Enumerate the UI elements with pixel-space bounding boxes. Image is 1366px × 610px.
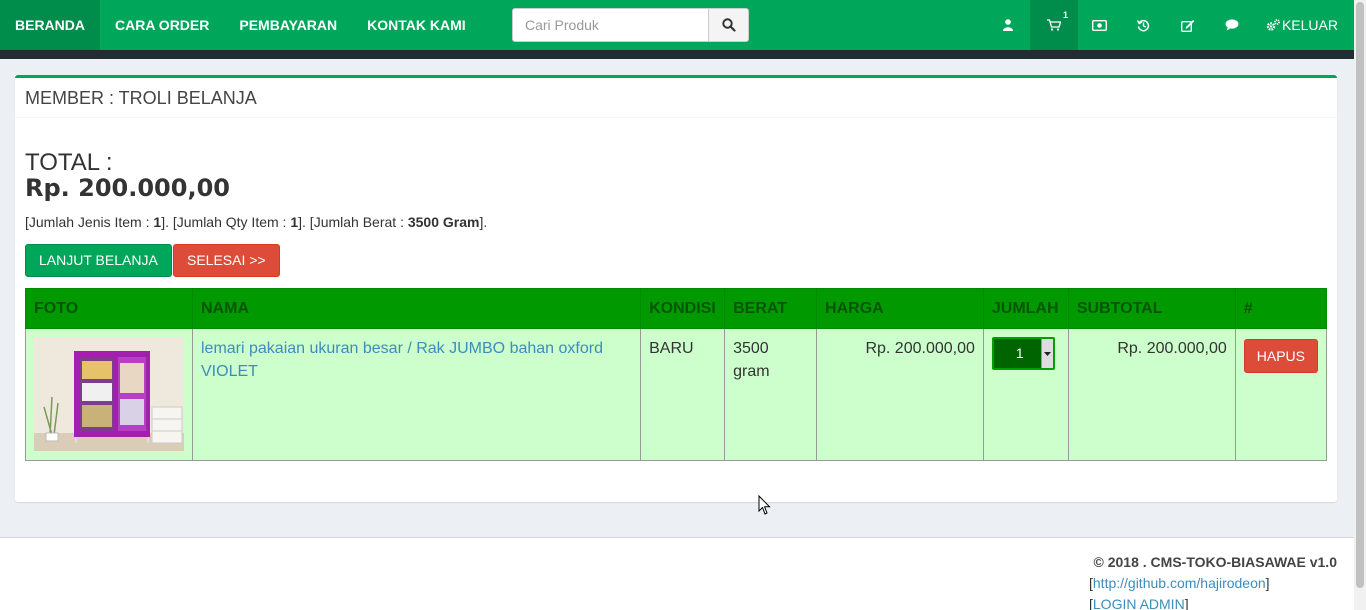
login-admin-link[interactable]: LOGIN ADMIN <box>1093 596 1185 610</box>
panel-title: MEMBER : TROLI BELANJA <box>15 78 1337 118</box>
cart-icon <box>1046 19 1061 31</box>
search-input[interactable]: Cari Produk <box>512 8 709 42</box>
product-image[interactable] <box>34 337 184 451</box>
nav-pembayaran[interactable]: PEMBAYARAN <box>224 0 352 50</box>
search-icon <box>721 18 736 32</box>
total-label: TOTAL : <box>25 149 113 176</box>
wardrobe-illustration <box>34 337 184 451</box>
user-icon <box>1002 19 1013 31</box>
top-navbar: BERANDA CARA ORDER PEMBAYARAN KONTAK KAM… <box>0 0 1354 50</box>
delete-item-button[interactable]: HAPUS <box>1243 339 1318 373</box>
cart-count-badge: 1 <box>1062 10 1068 20</box>
search-button[interactable] <box>709 8 749 42</box>
edit-profile-button[interactable] <box>1166 0 1210 50</box>
table-header-row: FOTO NAMA KONDISI BERAT HARGA JUMLAH SUB… <box>25 288 1328 329</box>
search-form: Cari Produk <box>512 8 749 42</box>
column-header-foto: FOTO <box>25 288 193 329</box>
product-action-cell: HAPUS <box>1234 328 1328 461</box>
messages-button[interactable] <box>1210 0 1254 50</box>
mouse-cursor-icon <box>758 494 771 519</box>
product-qty-cell: 1 <box>982 328 1069 461</box>
cart-summary: [Jumlah Jenis Item : 1]. [Jumlah Qty Ite… <box>25 214 487 230</box>
item-qty-count: 1 <box>290 214 299 230</box>
column-header-subtotal: SUBTOTAL <box>1067 288 1236 329</box>
table-row: lemari pakaian ukuran besar / Rak JUMBO … <box>25 328 1328 461</box>
page-footer: © 2018 . CMS-TOKO-BIASAWAE v1.0 [http://… <box>0 537 1354 610</box>
scrollbar-thumb[interactable] <box>1356 2 1364 588</box>
summary-text-3: ]. [Jumlah Berat : <box>298 214 408 230</box>
product-weight: 3500 gram <box>724 328 818 461</box>
user-nav: 1 KELUAR <box>986 0 1354 50</box>
logout-label: KELUAR <box>1281 17 1338 33</box>
cart-table: FOTO NAMA KONDISI BERAT HARGA JUMLAH SUB… <box>25 288 1328 461</box>
product-subtotal: Rp. 200.000,00 <box>1067 328 1236 461</box>
footer-login: [LOGIN ADMIN] <box>1089 596 1189 610</box>
product-name-link[interactable]: lemari pakaian ukuran besar / Rak JUMBO … <box>201 340 603 380</box>
payment-button[interactable] <box>1078 0 1122 50</box>
vertical-scrollbar[interactable] <box>1354 0 1366 610</box>
gears-icon <box>1266 18 1280 31</box>
column-header-action: # <box>1234 288 1328 329</box>
column-header-berat: BERAT <box>724 288 818 329</box>
history-icon <box>1137 19 1150 31</box>
column-header-kondisi: KONDISI <box>640 288 726 329</box>
total-value: Rp. 200.000,00 <box>25 174 230 202</box>
header-divider <box>0 50 1354 59</box>
column-header-nama: NAMA <box>191 288 642 329</box>
dropdown-arrow-icon <box>1040 339 1053 368</box>
footer-github: [http://github.com/hajirodeon] <box>1089 575 1270 591</box>
product-photo-cell <box>25 328 193 461</box>
product-price: Rp. 200.000,00 <box>816 328 984 461</box>
column-header-harga: HARGA <box>816 288 984 329</box>
summary-text-1: [Jumlah Jenis Item : <box>25 214 154 230</box>
continue-shopping-button[interactable]: LANJUT BELANJA <box>25 244 172 277</box>
nav-kontak-kami[interactable]: KONTAK KAMI <box>352 0 481 50</box>
footer-copyright: © 2018 . CMS-TOKO-BIASAWAE v1.0 <box>1093 554 1337 570</box>
quantity-value: 1 <box>1015 345 1024 361</box>
history-button[interactable] <box>1122 0 1166 50</box>
github-link[interactable]: http://github.com/hajirodeon <box>1093 575 1266 591</box>
cart-button[interactable]: 1 <box>1029 0 1078 50</box>
summary-text-4: ]. <box>479 214 488 230</box>
chat-icon <box>1225 19 1239 31</box>
quantity-select[interactable]: 1 <box>991 337 1055 370</box>
column-header-jumlah: JUMLAH <box>982 288 1069 329</box>
total-weight: 3500 Gram <box>407 214 480 230</box>
product-condition: BARU <box>640 328 726 461</box>
product-name-cell: lemari pakaian ukuran besar / Rak JUMBO … <box>191 328 642 461</box>
nav-beranda[interactable]: BERANDA <box>0 0 100 50</box>
nav-cara-order[interactable]: CARA ORDER <box>100 0 224 50</box>
main-nav: BERANDA CARA ORDER PEMBAYARAN KONTAK KAM… <box>0 0 481 50</box>
money-icon <box>1092 19 1108 31</box>
profile-button[interactable] <box>986 0 1030 50</box>
cart-panel: MEMBER : TROLI BELANJA TOTAL : Rp. 200.0… <box>15 75 1337 502</box>
summary-text-2: ]. [Jumlah Qty Item : <box>161 214 291 230</box>
edit-icon <box>1180 19 1195 32</box>
logout-button[interactable]: KELUAR <box>1254 0 1354 50</box>
checkout-button[interactable]: SELESAI >> <box>173 244 280 277</box>
